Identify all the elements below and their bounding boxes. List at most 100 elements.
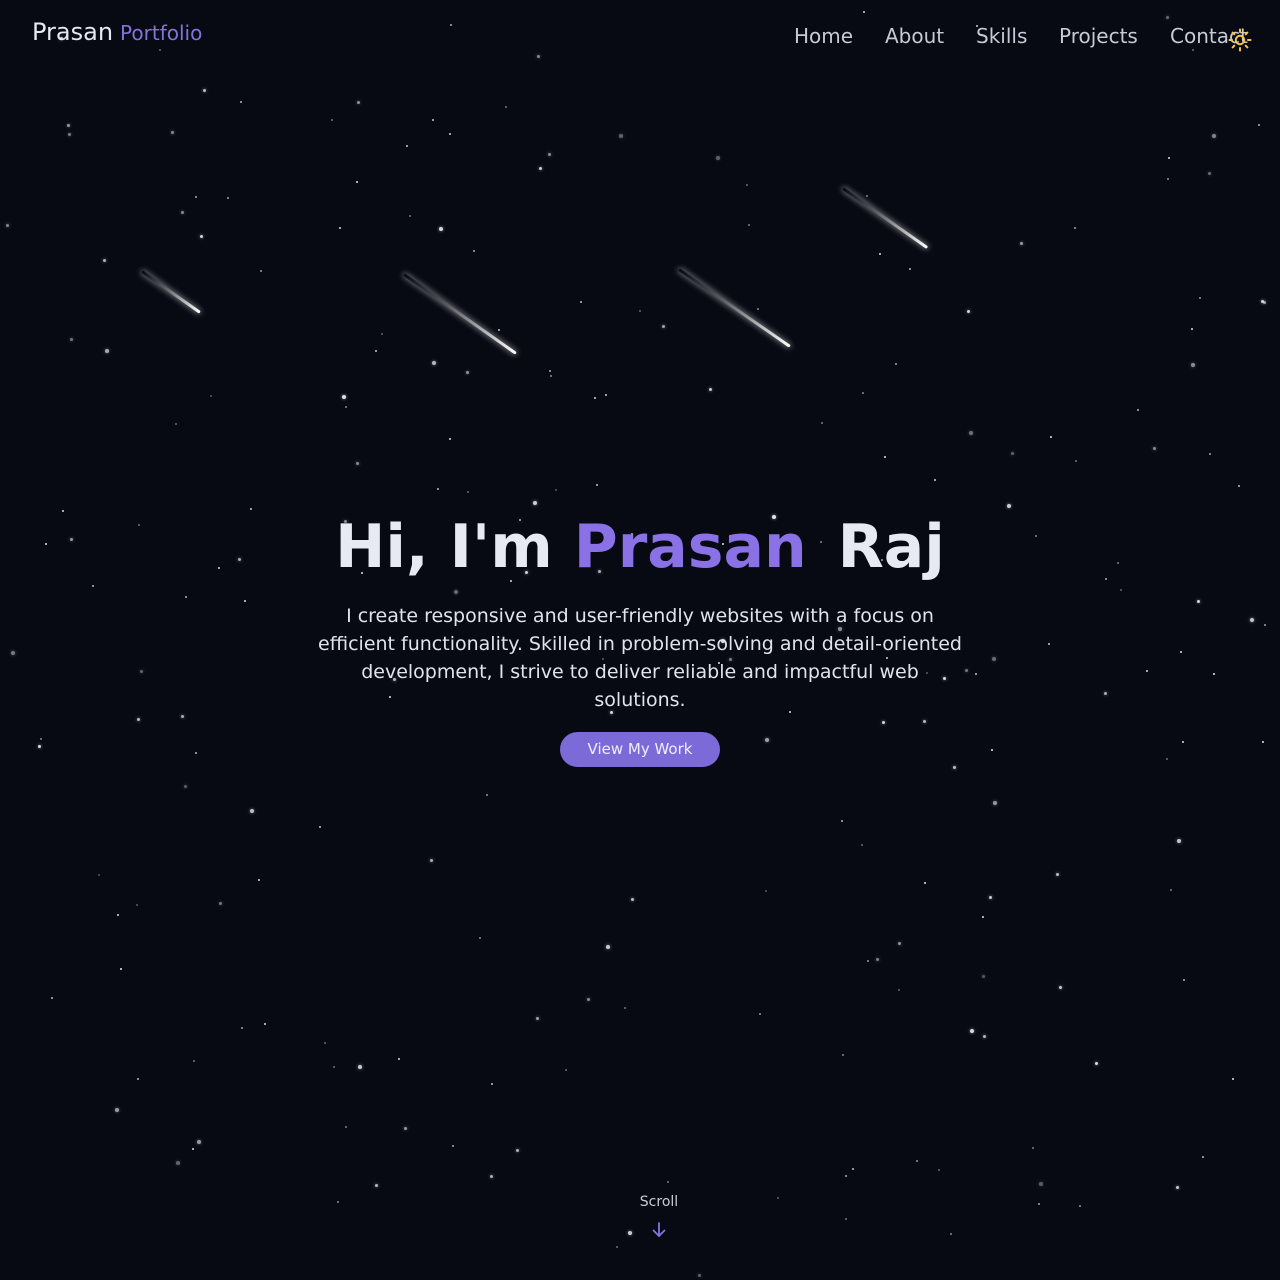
- star: [970, 1029, 974, 1033]
- star: [1208, 172, 1211, 175]
- sun-icon[interactable]: [1228, 28, 1252, 52]
- arrow-down-icon[interactable]: [650, 1221, 668, 1239]
- star: [863, 11, 865, 13]
- star: [342, 395, 346, 399]
- star: [466, 371, 469, 374]
- star: [437, 488, 439, 490]
- star: [1020, 242, 1023, 245]
- star: [38, 745, 41, 748]
- hero-title: Hi, I'm Prasan Raj: [0, 512, 1280, 582]
- star: [319, 826, 321, 828]
- star: [967, 310, 970, 313]
- star: [536, 1017, 539, 1020]
- shooting-star: [678, 268, 791, 348]
- star: [337, 1201, 339, 1203]
- star: [479, 937, 481, 939]
- star: [432, 119, 434, 121]
- star: [924, 882, 926, 884]
- star: [40, 738, 42, 740]
- star: [449, 133, 451, 135]
- star: [491, 1083, 493, 1085]
- star: [171, 131, 174, 134]
- star: [587, 998, 590, 1001]
- nav-skills[interactable]: Skills: [976, 24, 1027, 48]
- star: [68, 133, 71, 136]
- nav-projects[interactable]: Projects: [1059, 24, 1138, 48]
- star: [357, 101, 360, 104]
- hero-description: I create responsive and user-friendly we…: [318, 605, 962, 711]
- star: [965, 669, 968, 672]
- star: [11, 651, 15, 655]
- brand-logo[interactable]: Prasan Portfolio: [32, 18, 202, 46]
- star: [1212, 134, 1216, 138]
- star: [210, 395, 212, 397]
- star: [1209, 453, 1211, 455]
- view-my-work-button[interactable]: View My Work: [560, 732, 720, 767]
- star: [867, 960, 869, 962]
- star: [969, 431, 973, 435]
- star: [185, 596, 187, 598]
- star: [1074, 227, 1076, 229]
- star: [876, 958, 879, 961]
- star: [140, 670, 143, 673]
- star: [1202, 1156, 1204, 1158]
- star: [1048, 643, 1050, 645]
- star: [1170, 889, 1172, 891]
- star: [258, 879, 260, 881]
- star: [175, 423, 177, 425]
- star: [861, 844, 863, 846]
- star: [176, 1161, 180, 1165]
- star: [181, 715, 184, 718]
- star: [845, 1218, 847, 1220]
- star: [1007, 504, 1011, 508]
- star: [662, 325, 665, 328]
- star: [184, 785, 187, 788]
- star: [381, 333, 383, 335]
- star: [549, 370, 551, 372]
- star: [916, 1160, 918, 1162]
- star: [1258, 124, 1260, 126]
- star: [331, 119, 333, 121]
- star: [991, 749, 993, 751]
- star: [628, 1231, 632, 1235]
- star: [983, 1035, 986, 1038]
- star: [606, 945, 610, 949]
- star: [746, 184, 748, 186]
- star: [136, 904, 138, 906]
- star: [260, 270, 262, 272]
- star: [923, 720, 926, 723]
- shooting-star: [842, 187, 928, 249]
- nav-home[interactable]: Home: [794, 24, 853, 48]
- star: [993, 801, 997, 805]
- star: [938, 1169, 940, 1171]
- star: [193, 1060, 195, 1062]
- star: [845, 1175, 847, 1177]
- star: [356, 462, 359, 465]
- star: [1166, 758, 1168, 760]
- star: [181, 211, 184, 214]
- star: [439, 227, 443, 231]
- star: [200, 235, 203, 238]
- star: [115, 1108, 119, 1112]
- star: [605, 394, 607, 396]
- star: [430, 859, 433, 862]
- star: [1056, 873, 1059, 876]
- star: [759, 1013, 761, 1015]
- star: [1038, 1203, 1040, 1205]
- star: [1166, 16, 1169, 19]
- star: [1146, 670, 1148, 672]
- nav-about[interactable]: About: [885, 24, 944, 48]
- star: [1059, 986, 1062, 989]
- star: [250, 809, 254, 813]
- star: [1104, 692, 1107, 695]
- star: [339, 227, 341, 229]
- star: [866, 195, 868, 197]
- star: [375, 1184, 378, 1187]
- star: [748, 224, 750, 226]
- star: [1075, 460, 1077, 462]
- scroll-label[interactable]: Scroll: [600, 1194, 718, 1210]
- star: [992, 657, 996, 661]
- star: [1213, 673, 1215, 675]
- star: [398, 1058, 400, 1060]
- star: [631, 898, 634, 901]
